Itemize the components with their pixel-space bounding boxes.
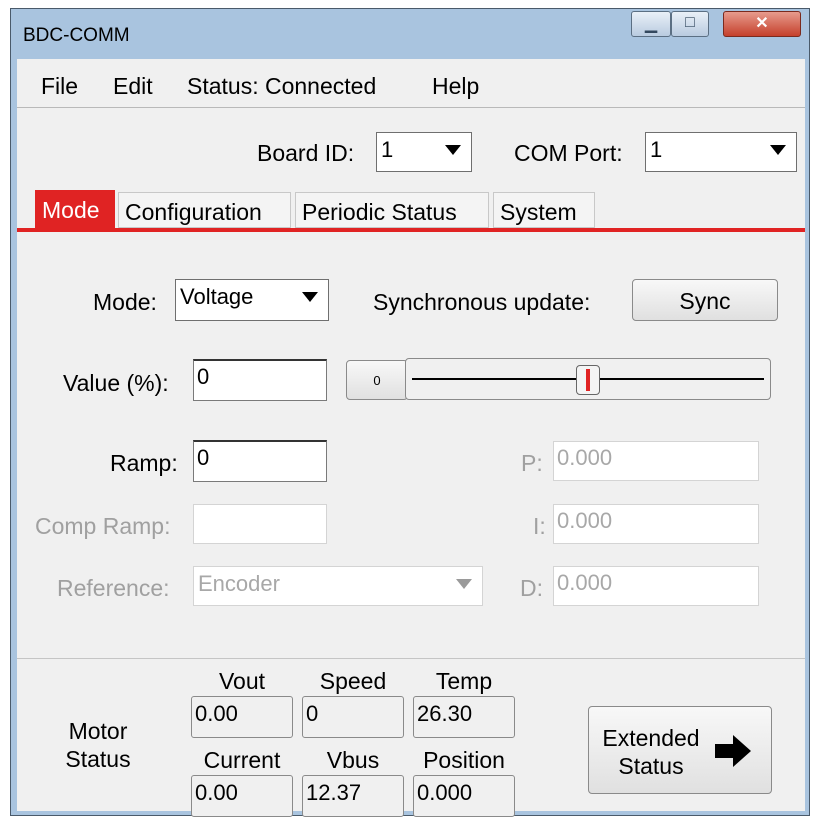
com-port-label: COM Port: xyxy=(514,140,623,166)
vbus-header: Vbus xyxy=(326,747,380,773)
window-title: BDC-COMM xyxy=(23,25,130,46)
board-id-value: 1 xyxy=(381,137,394,162)
chevron-down-icon xyxy=(437,136,469,168)
mode-select[interactable]: Voltage xyxy=(175,279,329,321)
vout-value: 0.00 xyxy=(191,696,293,738)
chevron-down-icon xyxy=(448,570,480,602)
reference-select[interactable]: Encoder xyxy=(193,566,483,606)
tab-periodic-status[interactable]: Periodic Status xyxy=(295,192,489,228)
status-divider xyxy=(17,658,805,659)
minimize-icon: ▁ xyxy=(644,16,658,33)
current-header: Current xyxy=(203,747,281,773)
close-button[interactable]: ✕ xyxy=(723,11,801,37)
chevron-down-icon xyxy=(762,136,794,168)
comp-ramp-input[interactable] xyxy=(193,504,327,544)
slider-thumb[interactable] xyxy=(576,365,600,395)
sync-button[interactable]: Sync xyxy=(632,279,778,321)
tab-underline xyxy=(17,228,805,232)
comp-ramp-label: Comp Ramp: xyxy=(35,513,171,539)
app-window: BDC-COMM ▁ □ ✕ File Edit Status: Connect… xyxy=(10,8,810,817)
position-value: 0.000 xyxy=(413,775,515,817)
com-port-select[interactable]: 1 xyxy=(645,132,797,172)
arrow-right-icon xyxy=(715,735,751,767)
p-input[interactable]: 0.000 xyxy=(553,441,759,481)
maximize-button[interactable]: □ xyxy=(671,11,709,37)
title-bar: BDC-COMM ▁ □ ✕ xyxy=(11,9,809,57)
d-input[interactable]: 0.000 xyxy=(553,566,759,606)
value-label: Value (%): xyxy=(63,370,169,396)
menu-status[interactable]: Status: Connected xyxy=(187,73,376,100)
maximize-icon: □ xyxy=(685,14,695,31)
ramp-input[interactable]: 0 xyxy=(193,440,327,482)
speed-value: 0 xyxy=(302,696,404,738)
position-header: Position xyxy=(423,747,505,773)
close-icon: ✕ xyxy=(755,15,769,32)
minimize-button[interactable]: ▁ xyxy=(631,11,671,37)
tab-system[interactable]: System xyxy=(493,192,595,228)
menu-file[interactable]: File xyxy=(41,73,78,100)
menu-help[interactable]: Help xyxy=(432,73,479,100)
menu-bar: File Edit Status: Connected Help xyxy=(17,59,805,108)
extended-status-button[interactable]: Extended Status xyxy=(588,706,772,794)
board-id-label: Board ID: xyxy=(257,140,355,166)
reference-label: Reference: xyxy=(57,575,170,601)
temp-value: 26.30 xyxy=(413,696,515,738)
temp-header: Temp xyxy=(435,668,493,694)
motor-status-label-line1: Motor xyxy=(68,718,128,744)
value-input[interactable]: 0 xyxy=(193,359,327,401)
menu-edit[interactable]: Edit xyxy=(113,73,153,100)
d-label: D: xyxy=(520,575,543,601)
p-label: P: xyxy=(521,450,543,476)
tab-mode[interactable]: Mode xyxy=(35,190,115,228)
vout-header: Vout xyxy=(218,668,266,694)
i-input[interactable]: 0.000 xyxy=(553,504,759,544)
current-value: 0.00 xyxy=(191,775,293,817)
motor-status-label-line2: Status xyxy=(65,746,131,772)
tab-configuration[interactable]: Configuration xyxy=(118,192,291,228)
slider-value-button[interactable]: 0 xyxy=(346,360,408,400)
sync-label: Synchronous update: xyxy=(373,289,591,315)
client-area: Board ID: 1 COM Port: 1 Mode Configurati… xyxy=(17,108,805,817)
chevron-down-icon xyxy=(294,283,326,317)
extended-status-line1: Extended xyxy=(602,725,700,751)
value-slider[interactable] xyxy=(405,358,771,400)
ramp-label: Ramp: xyxy=(110,450,178,476)
mode-label: Mode: xyxy=(93,289,157,315)
speed-header: Speed xyxy=(319,668,387,694)
reference-value: Encoder xyxy=(198,571,280,596)
mode-value: Voltage xyxy=(180,284,254,309)
board-id-select[interactable]: 1 xyxy=(376,132,472,172)
com-port-value: 1 xyxy=(650,137,663,162)
extended-status-line2: Status xyxy=(618,753,684,779)
i-label: I: xyxy=(533,513,546,539)
vbus-value: 12.37 xyxy=(302,775,404,817)
